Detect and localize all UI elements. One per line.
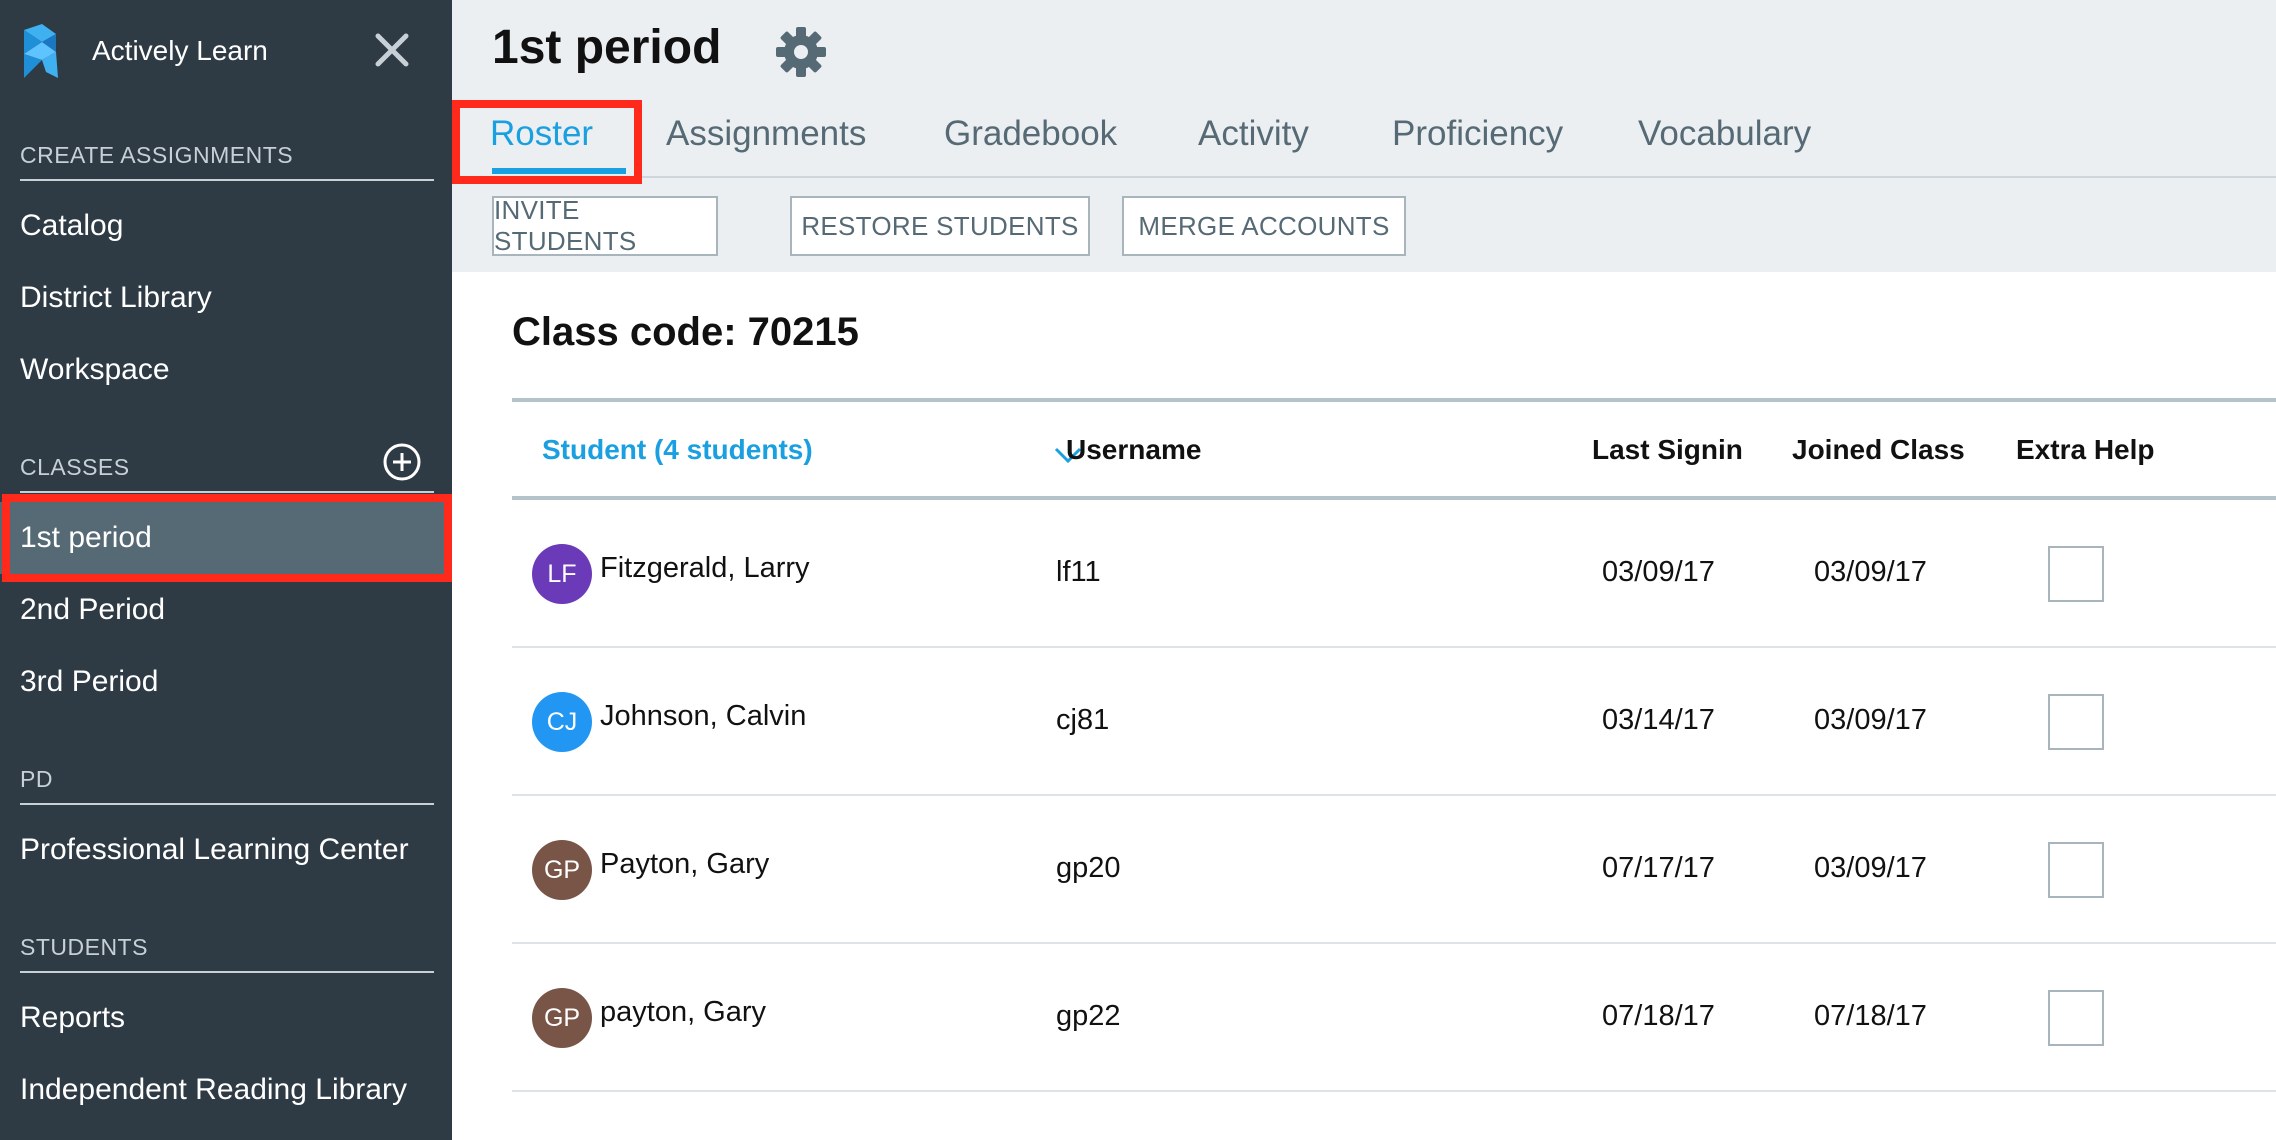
extra-help-checkbox[interactable] (2048, 842, 2104, 898)
page-title: 1st period (492, 21, 722, 74)
tab-bar: Roster Assignments Gradebook Activity Pr… (452, 108, 2276, 178)
avatar: GP (532, 840, 592, 900)
avatar: CJ (532, 692, 592, 752)
section-heading: PD (20, 766, 434, 805)
sidebar-item-3rd-period[interactable]: 3rd Period (0, 646, 452, 718)
close-icon[interactable] (372, 30, 412, 70)
sidebar-item-professional-learning-center[interactable]: Professional Learning Center (0, 814, 452, 886)
column-joined-class: Joined Class (1792, 434, 1965, 465)
section-heading: CLASSES (20, 443, 434, 493)
extra-help-checkbox[interactable] (2048, 990, 2104, 1046)
roster-table: Student (4 students) Username Last Signi… (512, 398, 2276, 1092)
table-header: Student (4 students) Username Last Signi… (512, 398, 2276, 500)
tab-gradebook[interactable]: Gradebook (944, 114, 1117, 154)
username: lf11 (1056, 556, 1101, 588)
column-last-signin: Last Signin (1592, 434, 1743, 465)
student-name[interactable]: Payton, Gary (600, 848, 769, 881)
joined-class: 03/09/17 (1814, 556, 1927, 588)
sidebar-item-2nd-period[interactable]: 2nd Period (0, 574, 452, 646)
gear-icon[interactable] (774, 25, 828, 79)
section-heading-label: CLASSES (20, 454, 130, 480)
joined-class: 03/09/17 (1814, 704, 1927, 736)
invite-students-button[interactable]: INVITE STUDENTS (492, 195, 718, 256)
app-name: Actively Learn (92, 35, 268, 66)
brand[interactable]: Actively Learn (20, 24, 268, 78)
section-pd: PD (20, 766, 434, 805)
column-student[interactable]: Student (4 students) (542, 434, 813, 466)
sidebar-item-workspace[interactable]: Workspace (0, 334, 452, 406)
class-header: 1st period Roster Assignments Gradebook … (452, 0, 2276, 272)
main-content: 1st period Roster Assignments Gradebook … (452, 0, 2276, 1140)
section-heading: CREATE ASSIGNMENTS (20, 142, 434, 181)
tab-roster[interactable]: Roster (490, 114, 593, 154)
section-students: STUDENTS (20, 934, 434, 973)
section-heading: STUDENTS (20, 934, 434, 973)
table-row: GP Payton, Gary gp20 07/17/17 03/09/17 (512, 796, 2276, 944)
avatar: LF (532, 544, 592, 604)
last-signin: 03/09/17 (1602, 556, 1715, 588)
joined-class: 03/09/17 (1814, 852, 1927, 884)
section-create-assignments: CREATE ASSIGNMENTS (20, 142, 434, 181)
last-signin: 07/17/17 (1602, 852, 1715, 884)
last-signin: 03/14/17 (1602, 704, 1715, 736)
last-signin: 07/18/17 (1602, 1000, 1715, 1032)
column-username: Username (1066, 434, 1202, 465)
student-name[interactable]: payton, Gary (600, 996, 766, 1029)
tab-assignments[interactable]: Assignments (666, 114, 866, 154)
sidebar-item-reports[interactable]: Reports (0, 982, 452, 1054)
plus-circle-icon[interactable] (382, 442, 422, 482)
table-row: CJ Johnson, Calvin cj81 03/14/17 03/09/1… (512, 648, 2276, 796)
avatar: GP (532, 988, 592, 1048)
class-code: Class code: 70215 (512, 310, 859, 354)
extra-help-checkbox[interactable] (2048, 546, 2104, 602)
student-name[interactable]: Fitzgerald, Larry (600, 552, 810, 585)
sidebar-item-district-library[interactable]: District Library (0, 262, 452, 334)
joined-class: 07/18/17 (1814, 1000, 1927, 1032)
table-row: LF Fitzgerald, Larry lf11 03/09/17 03/09… (512, 500, 2276, 648)
student-name[interactable]: Johnson, Calvin (600, 700, 806, 733)
tab-vocabulary[interactable]: Vocabulary (1638, 114, 1811, 154)
username: gp20 (1056, 852, 1121, 884)
table-row: GP payton, Gary gp22 07/18/17 07/18/17 (512, 944, 2276, 1092)
username: cj81 (1056, 704, 1110, 736)
merge-accounts-button[interactable]: MERGE ACCOUNTS (1122, 196, 1406, 256)
username: gp22 (1056, 1000, 1121, 1032)
sidebar-item-independent-reading-library[interactable]: Independent Reading Library (0, 1054, 452, 1126)
tab-proficiency[interactable]: Proficiency (1392, 114, 1563, 154)
sidebar-item-1st-period[interactable]: 1st period (0, 502, 452, 574)
active-tab-indicator (492, 168, 626, 174)
restore-students-button[interactable]: RESTORE STUDENTS (790, 196, 1090, 256)
sidebar: Actively Learn CREATE ASSIGNMENTS Catalo… (0, 0, 452, 1140)
column-extra-help: Extra Help (2016, 434, 2155, 465)
tab-activity[interactable]: Activity (1198, 114, 1309, 154)
extra-help-checkbox[interactable] (2048, 694, 2104, 750)
section-classes: CLASSES (20, 443, 434, 493)
sidebar-item-catalog[interactable]: Catalog (0, 190, 452, 262)
actively-learn-logo (24, 24, 58, 78)
